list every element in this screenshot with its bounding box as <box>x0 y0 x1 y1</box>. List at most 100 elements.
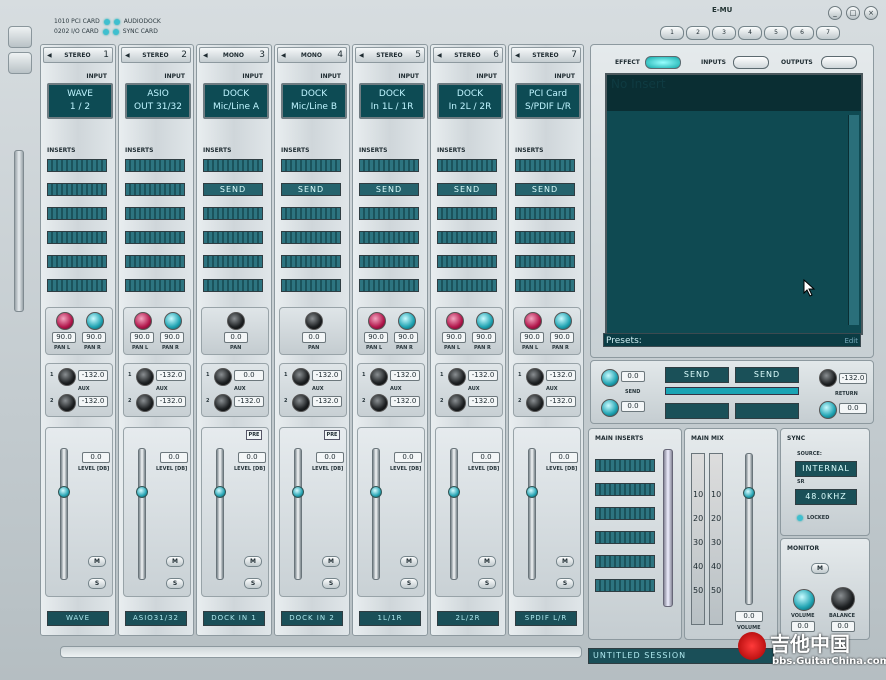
return-knob-1[interactable] <box>819 369 837 387</box>
level-fader[interactable] <box>216 448 224 580</box>
sync-source[interactable]: INTERNAL <box>795 461 857 477</box>
insert-slot[interactable] <box>125 255 185 268</box>
aux-1-knob[interactable] <box>292 368 310 386</box>
aux-2-value[interactable]: -132.0 <box>390 396 420 407</box>
level-fader-knob[interactable] <box>526 486 538 498</box>
collapse-button[interactable] <box>8 26 32 48</box>
pan-right-value[interactable]: 90.0 <box>82 332 106 343</box>
collapse-button[interactable] <box>8 52 32 74</box>
aux-1-value[interactable]: 0.0 <box>234 370 264 381</box>
insert-slot[interactable] <box>203 279 263 292</box>
aux-2-knob[interactable] <box>292 394 310 412</box>
strip-name[interactable]: WAVE <box>47 611 109 626</box>
level-fader[interactable] <box>450 448 458 580</box>
main-insert-slot[interactable] <box>595 531 655 544</box>
insert-slot[interactable] <box>125 207 185 220</box>
solo-button[interactable]: S <box>322 578 340 589</box>
strip-name[interactable]: 1L/1R <box>359 611 421 626</box>
insert-slot[interactable] <box>125 159 185 172</box>
main-volume-knob[interactable] <box>743 487 755 499</box>
pre-button[interactable]: PRE <box>246 430 262 440</box>
pan-left-value[interactable]: 90.0 <box>52 332 76 343</box>
pan-knob[interactable] <box>305 312 323 330</box>
pan-left-value[interactable]: 90.0 <box>364 332 388 343</box>
level-value[interactable]: 0.0 <box>82 452 110 463</box>
insert-slot[interactable] <box>281 279 341 292</box>
strip-name[interactable]: SPDIF L/R <box>515 611 577 626</box>
input-source-display[interactable]: ASIO OUT 31/32 <box>125 83 191 119</box>
insert-slot[interactable] <box>515 255 575 268</box>
aux-1-knob[interactable] <box>58 368 76 386</box>
insert-slot[interactable] <box>437 159 497 172</box>
pan-right-knob[interactable] <box>398 312 416 330</box>
collapse-arrow-icon[interactable]: ◀ <box>359 52 364 59</box>
aux-2-value[interactable]: -132.0 <box>312 396 342 407</box>
strip-header[interactable]: ◀ STEREO 7 <box>511 47 581 63</box>
insert-slot[interactable] <box>47 159 107 172</box>
input-source-display[interactable]: WAVE 1 / 2 <box>47 83 113 119</box>
insert-slot[interactable] <box>515 207 575 220</box>
level-fader-knob[interactable] <box>214 486 226 498</box>
send-2-value[interactable]: 0.0 <box>621 401 645 412</box>
insert-slot[interactable] <box>515 159 575 172</box>
send-insert[interactable]: SEND <box>203 183 263 196</box>
aux-1-value[interactable]: -132.0 <box>312 370 342 381</box>
monitor-volume-knob[interactable] <box>793 589 815 611</box>
pan-right-knob[interactable] <box>554 312 572 330</box>
aux-2-value[interactable]: -132.0 <box>234 396 264 407</box>
send-insert[interactable]: SEND <box>515 183 575 196</box>
tab-outputs[interactable] <box>821 56 857 69</box>
insert-slot[interactable] <box>47 279 107 292</box>
strip-name[interactable]: ASIO31/32 <box>125 611 187 626</box>
return-knob-2[interactable] <box>819 401 837 419</box>
collapse-arrow-icon[interactable]: ◀ <box>281 52 286 59</box>
insert-slot[interactable] <box>359 279 419 292</box>
aux-1-knob[interactable] <box>448 368 466 386</box>
send-1-value[interactable]: 0.0 <box>621 371 645 382</box>
effect-display[interactable]: No Insert <box>605 73 863 335</box>
insert-slot[interactable] <box>359 159 419 172</box>
main-inserts-scrollbar[interactable] <box>663 449 673 607</box>
minimize-button[interactable]: _ <box>828 6 842 20</box>
session-tab-4[interactable]: 4 <box>738 26 762 40</box>
strip-scroll-slider[interactable] <box>14 150 24 312</box>
main-insert-slot[interactable] <box>595 483 655 496</box>
pan-left-value[interactable]: 90.0 <box>520 332 544 343</box>
strip-header[interactable]: ◀ STEREO 2 <box>121 47 191 63</box>
pan-right-value[interactable]: 90.0 <box>472 332 496 343</box>
level-fader[interactable] <box>60 448 68 580</box>
session-tab-6[interactable]: 6 <box>790 26 814 40</box>
aux-2-knob[interactable] <box>370 394 388 412</box>
send-knob-1[interactable] <box>601 369 619 387</box>
solo-button[interactable]: S <box>166 578 184 589</box>
insert-slot[interactable] <box>47 231 107 244</box>
aux-1-knob[interactable] <box>370 368 388 386</box>
insert-slot[interactable] <box>47 255 107 268</box>
aux-2-knob[interactable] <box>448 394 466 412</box>
aux-1-knob[interactable] <box>214 368 232 386</box>
insert-slot[interactable] <box>125 183 185 196</box>
pan-left-knob[interactable] <box>524 312 542 330</box>
pan-left-knob[interactable] <box>368 312 386 330</box>
solo-button[interactable]: S <box>478 578 496 589</box>
tab-effect[interactable] <box>645 56 681 69</box>
session-tab-5[interactable]: 5 <box>764 26 788 40</box>
level-value[interactable]: 0.0 <box>316 452 344 463</box>
presets-field[interactable]: Presets: Edit <box>603 333 861 347</box>
main-insert-slot[interactable] <box>595 459 655 472</box>
send-knob-2[interactable] <box>601 399 619 417</box>
mute-button[interactable]: M <box>478 556 496 567</box>
pan-left-knob[interactable] <box>134 312 152 330</box>
monitor-mute-button[interactable]: M <box>811 563 829 574</box>
aux-2-value[interactable]: -132.0 <box>78 396 108 407</box>
mute-button[interactable]: M <box>556 556 574 567</box>
insert-slot[interactable] <box>125 279 185 292</box>
pan-right-knob[interactable] <box>164 312 182 330</box>
mute-button[interactable]: M <box>322 556 340 567</box>
insert-slot[interactable] <box>125 231 185 244</box>
pan-right-knob[interactable] <box>86 312 104 330</box>
collapse-arrow-icon[interactable]: ◀ <box>203 52 208 59</box>
aux-2-value[interactable]: -132.0 <box>156 396 186 407</box>
level-fader-knob[interactable] <box>370 486 382 498</box>
mute-button[interactable]: M <box>244 556 262 567</box>
